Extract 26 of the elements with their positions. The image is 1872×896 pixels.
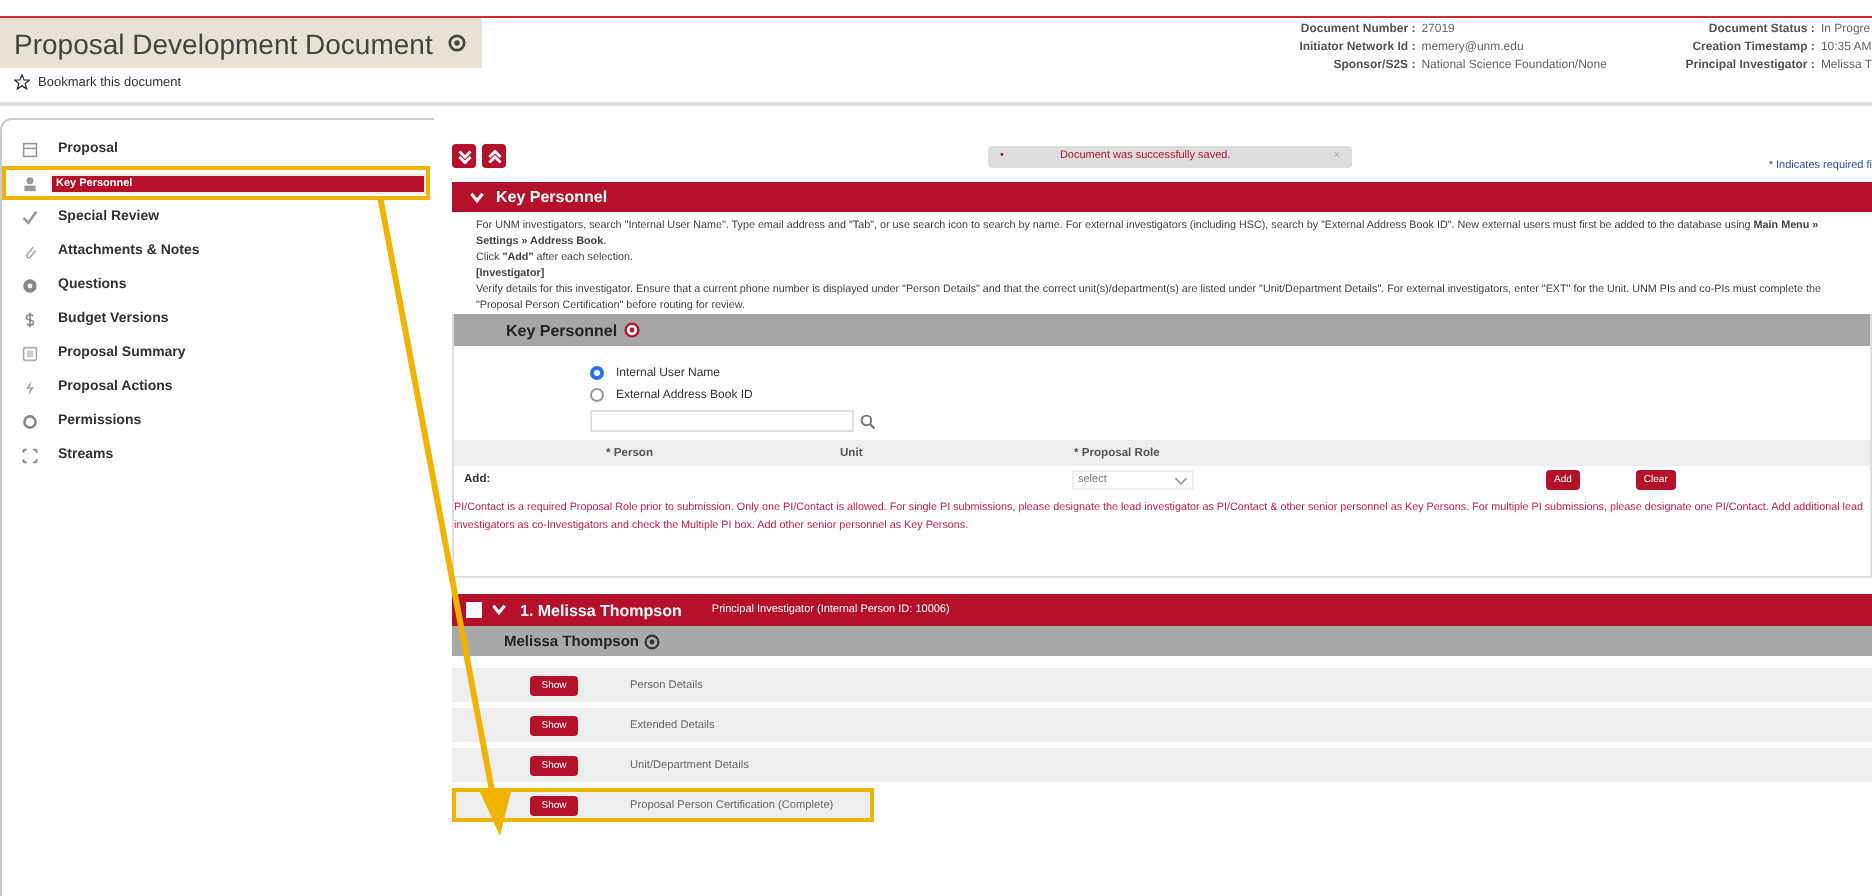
expand-icon: [22, 447, 38, 463]
radio-button[interactable]: [590, 366, 604, 380]
chevron-down-icon: [1174, 475, 1188, 485]
section-header[interactable]: Key Personnel: [452, 182, 1872, 212]
star-icon[interactable]: [14, 74, 30, 90]
info-icon[interactable]: [643, 633, 660, 649]
chevron-down-icon: [492, 604, 506, 616]
person-icon: [22, 175, 38, 191]
summary-icon: [22, 345, 38, 361]
collapse-all-button[interactable]: [482, 144, 506, 168]
chevron-down-icon: [470, 191, 484, 203]
expand-all-button[interactable]: [452, 144, 476, 168]
lightning-icon: [22, 379, 38, 395]
document-title: Proposal Development Document: [14, 27, 433, 59]
person-name: 1. Melissa Thompson: [520, 601, 682, 619]
search-icon[interactable]: [860, 413, 876, 429]
dollar-icon: [22, 311, 38, 327]
paperclip-icon: [22, 243, 38, 259]
search-field[interactable]: [590, 410, 854, 432]
info-icon[interactable]: [623, 322, 640, 338]
document-icon: [22, 141, 38, 157]
radio-button[interactable]: [590, 388, 604, 402]
checkmark-icon: [22, 209, 38, 225]
subsection-title: Key Personnel: [506, 321, 618, 339]
info-icon[interactable]: [448, 34, 467, 52]
checkbox[interactable]: [466, 602, 482, 618]
